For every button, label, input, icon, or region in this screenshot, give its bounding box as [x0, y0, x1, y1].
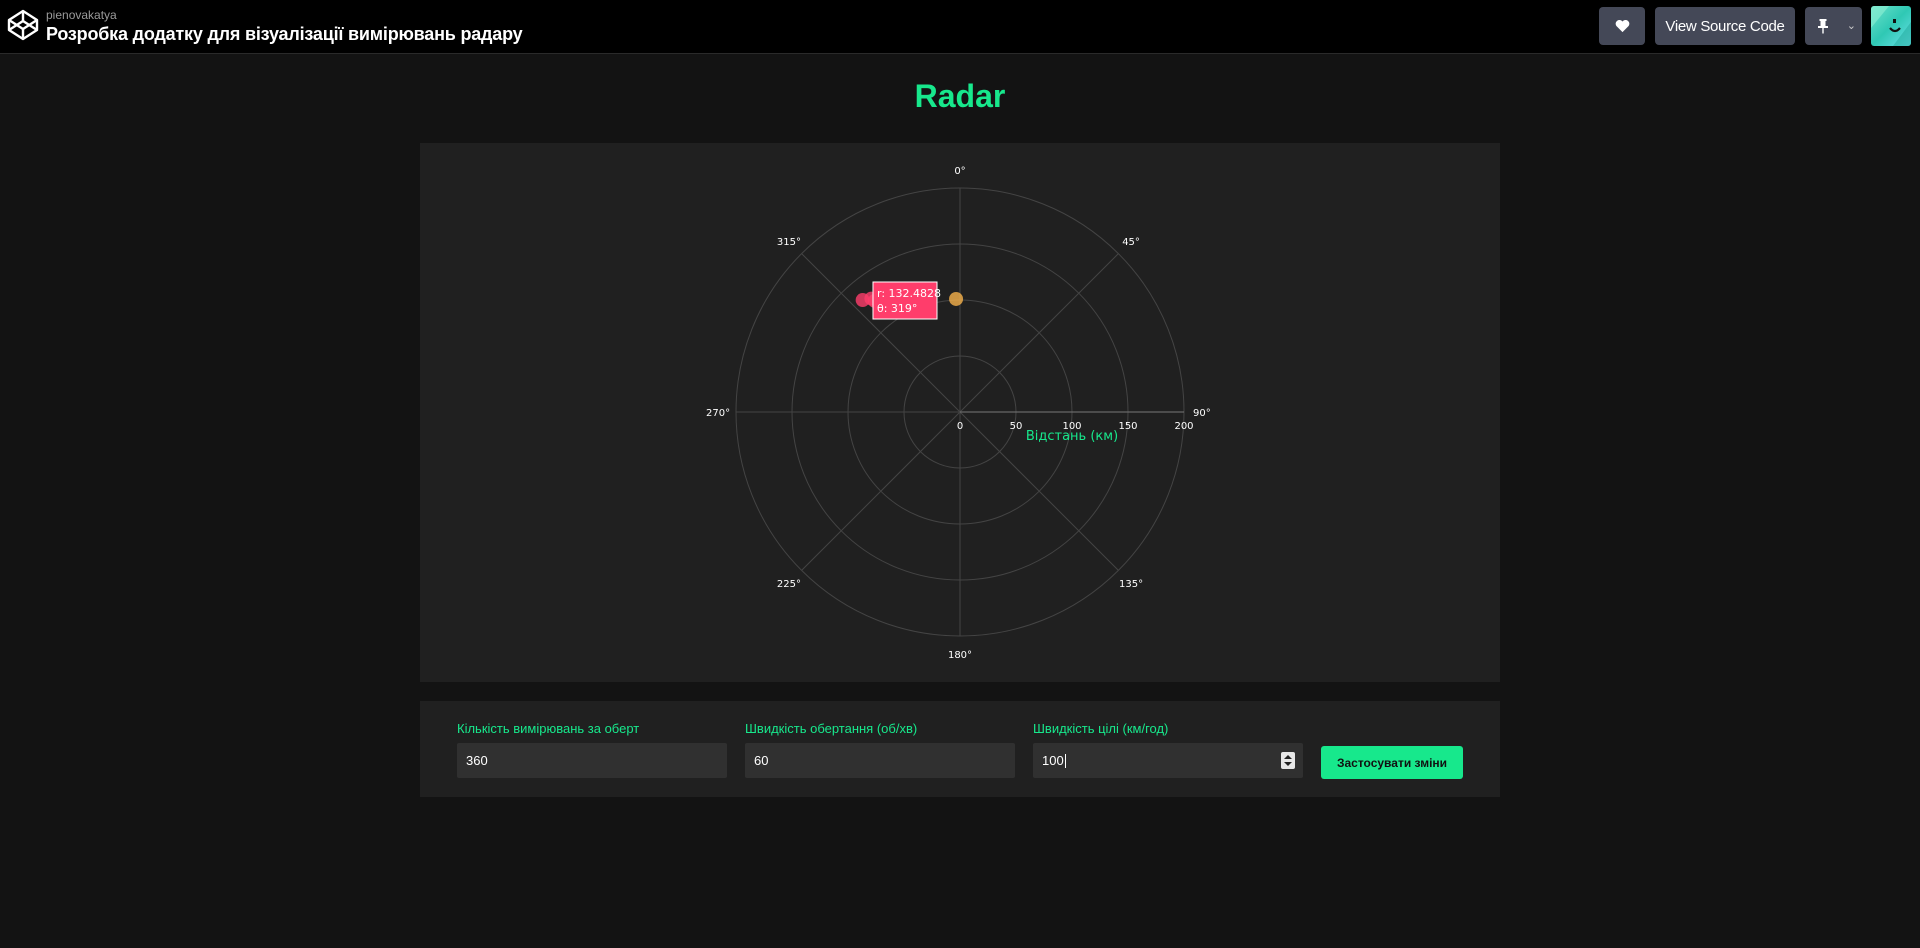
measurements-label: Кількість вимірювань за оберт [457, 721, 640, 736]
chevron-down-icon: ⌄ [1846, 20, 1856, 32]
tooltip-r: r: 132.4828 [877, 287, 941, 300]
page-heading: Radar [914, 78, 1006, 114]
measurements-value: 360 [466, 753, 488, 768]
angular-tick-label: 135° [1119, 579, 1143, 590]
angular-tick-label: 180° [948, 650, 972, 661]
pin-button[interactable]: ⌄ [1805, 7, 1862, 45]
avatar-face-icon [1871, 6, 1911, 46]
angular-grid-line [801, 411, 961, 571]
love-button[interactable] [1599, 7, 1645, 45]
target-speed-input[interactable]: 100 [1033, 743, 1303, 778]
target-speed-value: 100 [1042, 753, 1064, 768]
radial-tick-label: 50 [1010, 421, 1023, 432]
radial-tick-label: 200 [1174, 421, 1193, 432]
angular-tick-label: 0° [954, 166, 965, 177]
text-caret [1064, 753, 1066, 768]
angular-tick-label: 45° [1122, 237, 1140, 248]
rotation-speed-input[interactable]: 60 [745, 743, 1015, 778]
view-source-button[interactable]: View Source Code [1655, 7, 1795, 45]
user-avatar[interactable] [1871, 6, 1911, 46]
pen-author[interactable]: pienovakatya [46, 8, 117, 22]
target-speed-label: Швидкість цілі (км/год) [1033, 721, 1169, 736]
radial-tick-label: 0 [957, 421, 963, 432]
radial-tick-label: 150 [1118, 421, 1137, 432]
polar-chart[interactable]: 0°45°90°135°180°225°270°315° 0 50 100 150 20… [420, 143, 1500, 682]
number-spinner-icon[interactable] [1281, 752, 1295, 769]
pen-title[interactable]: Розробка додатку для візуалізації вимірю… [46, 24, 523, 45]
angular-tick-label: 270° [706, 408, 730, 419]
codepen-logo-icon[interactable] [6, 8, 40, 42]
radar-chart-panel[interactable]: 0° 45° 90° 135° 180° 225° 270° 315° 0 50 100 150 20… [420, 143, 1500, 682]
angular-tick-label: 225° [777, 579, 801, 590]
heart-icon [1615, 19, 1629, 33]
settings-panel: Кількість вимірювань за оберт 360 Швидкі… [420, 701, 1500, 797]
radial-axis-title: Відстань (км) [1026, 429, 1118, 444]
pin-icon [1818, 19, 1828, 34]
rotation-speed-value: 60 [754, 753, 769, 768]
tooltip-theta: θ: 319° [877, 302, 917, 315]
measurements-input[interactable]: 360 [457, 743, 727, 778]
angular-tick-label: 90° [1193, 408, 1211, 419]
data-point[interactable] [949, 291, 964, 306]
angular-grid-line [959, 253, 1119, 413]
top-bar: pienovakatya Розробка додатку для візуал… [0, 0, 1920, 54]
hover-tooltip: r: 132.4828 θ: 319° [872, 281, 941, 320]
apply-changes-button[interactable]: Застосувати зміни [1321, 746, 1463, 779]
angular-tick-label: 315° [777, 237, 801, 248]
angular-grid-line [801, 253, 961, 413]
rotation-speed-label: Швидкість обертання (об/хв) [745, 721, 918, 736]
